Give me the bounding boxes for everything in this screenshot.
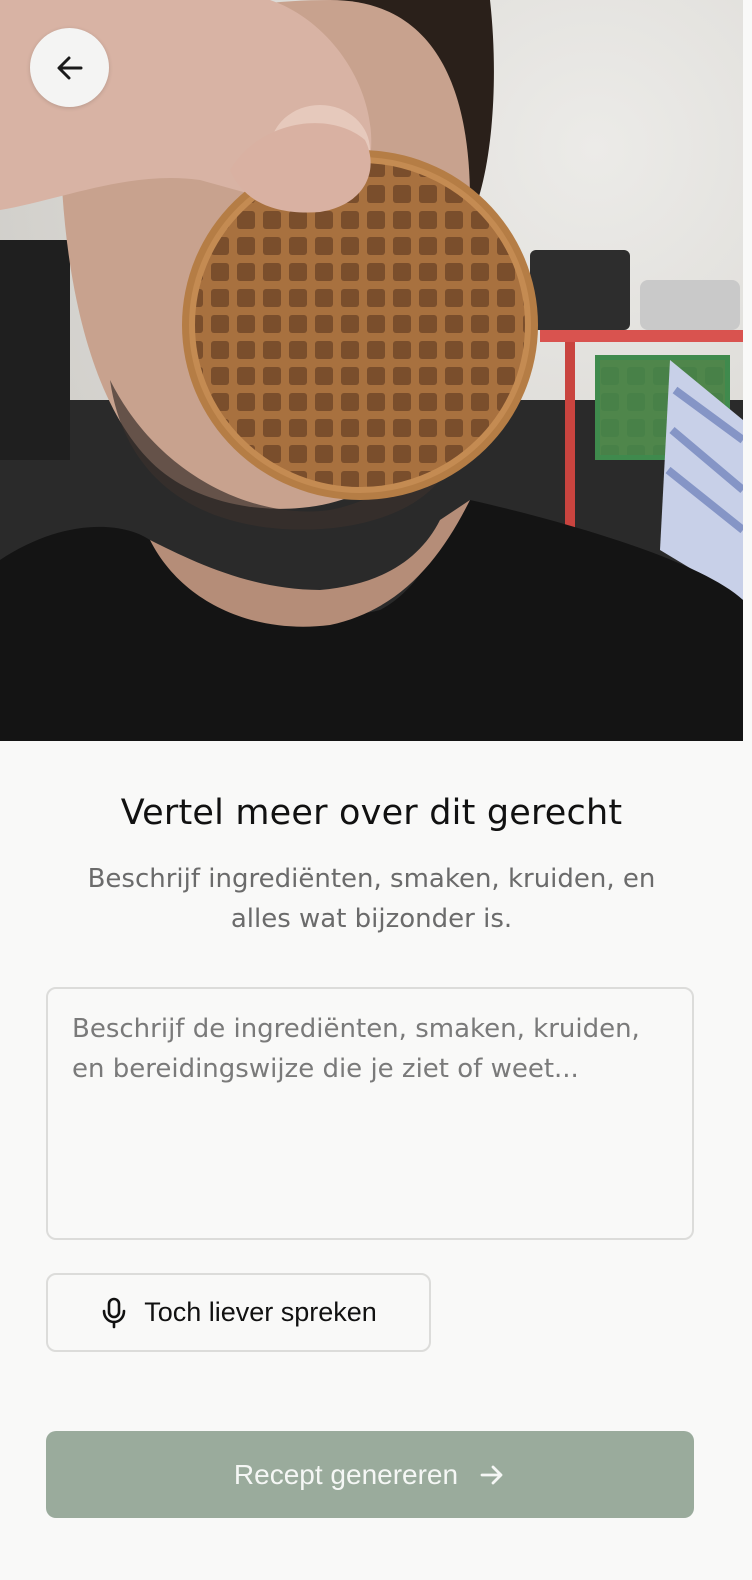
description-input[interactable]	[46, 987, 694, 1240]
arrow-right-icon	[478, 1461, 506, 1489]
arrow-left-icon	[54, 52, 86, 84]
page-subtitle: Beschrijf ingrediënten, smaken, kruiden,…	[87, 864, 656, 934]
dish-photo	[0, 0, 743, 741]
generate-recipe-button[interactable]: Recept genereren	[46, 1431, 694, 1518]
page-title: Vertel meer over dit gerecht	[120, 793, 623, 833]
back-button[interactable]	[30, 28, 109, 107]
speak-instead-label: Toch liever spreken	[144, 1297, 377, 1327]
microphone-icon	[100, 1297, 128, 1329]
generate-recipe-label: Recept genereren	[233, 1458, 459, 1490]
photo-illustration	[0, 0, 743, 741]
speak-instead-button[interactable]: Toch liever spreken	[46, 1273, 431, 1352]
